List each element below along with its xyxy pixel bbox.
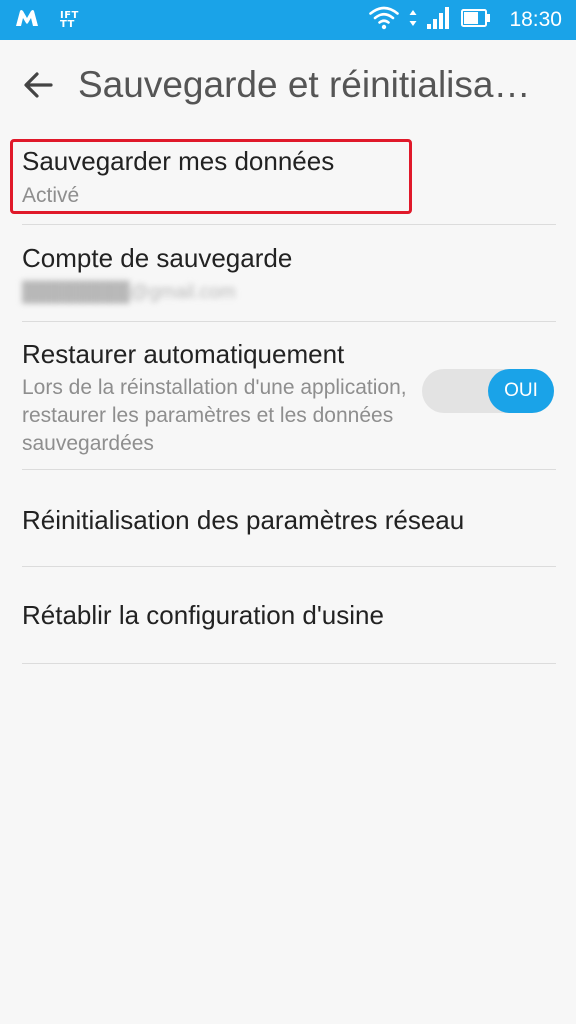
status-left-icons: IFT TT — [14, 0, 82, 40]
status-bar: IFT TT 18:30 — [0, 0, 576, 40]
setting-summary: Activé — [22, 184, 80, 207]
data-arrows-icon — [409, 8, 417, 33]
setting-title: Restaurer automatiquement — [22, 339, 345, 369]
battery-icon — [461, 8, 491, 32]
setting-factory-reset[interactable]: Rétablir la configuration d'usine — [0, 567, 576, 664]
setting-auto-restore[interactable]: Restaurer automatiquement Lors de la réi… — [0, 322, 576, 470]
setting-title: Rétablir la configuration d'usine — [22, 600, 384, 630]
clock: 18:30 — [509, 8, 562, 31]
blurred-account-email: ████████@gmail.com — [22, 282, 236, 303]
toggle-thumb: OUI — [488, 369, 554, 413]
status-right-icons: 18:30 — [369, 0, 562, 40]
setting-summary: Lors de la réinstallation d'une applicat… — [22, 376, 407, 455]
ifttt-icon: IFT TT — [60, 10, 79, 30]
malwarebytes-icon — [14, 8, 40, 33]
wifi-icon — [369, 6, 400, 35]
setting-title: Sauvegarder mes données — [22, 146, 335, 176]
page-title: Sauvegarde et réinitialisa… — [78, 64, 531, 105]
signal-icon — [427, 6, 451, 34]
divider — [22, 663, 556, 664]
back-button[interactable] — [14, 60, 64, 110]
setting-title: Compte de sauvegarde — [22, 243, 293, 273]
app-bar: Sauvegarde et réinitialisa… — [0, 40, 576, 128]
setting-backup-my-data[interactable]: Sauvegarder mes données Activé — [0, 128, 576, 225]
setting-title: Réinitialisation des paramètres réseau — [22, 505, 465, 535]
auto-restore-toggle[interactable]: OUI — [422, 369, 554, 413]
settings-list: Sauvegarder mes données Activé Compte de… — [0, 128, 576, 664]
setting-network-reset[interactable]: Réinitialisation des paramètres réseau — [0, 470, 576, 567]
setting-backup-account[interactable]: Compte de sauvegarde ████████@gmail.com — [0, 225, 576, 322]
arrow-back-icon — [24, 72, 53, 98]
